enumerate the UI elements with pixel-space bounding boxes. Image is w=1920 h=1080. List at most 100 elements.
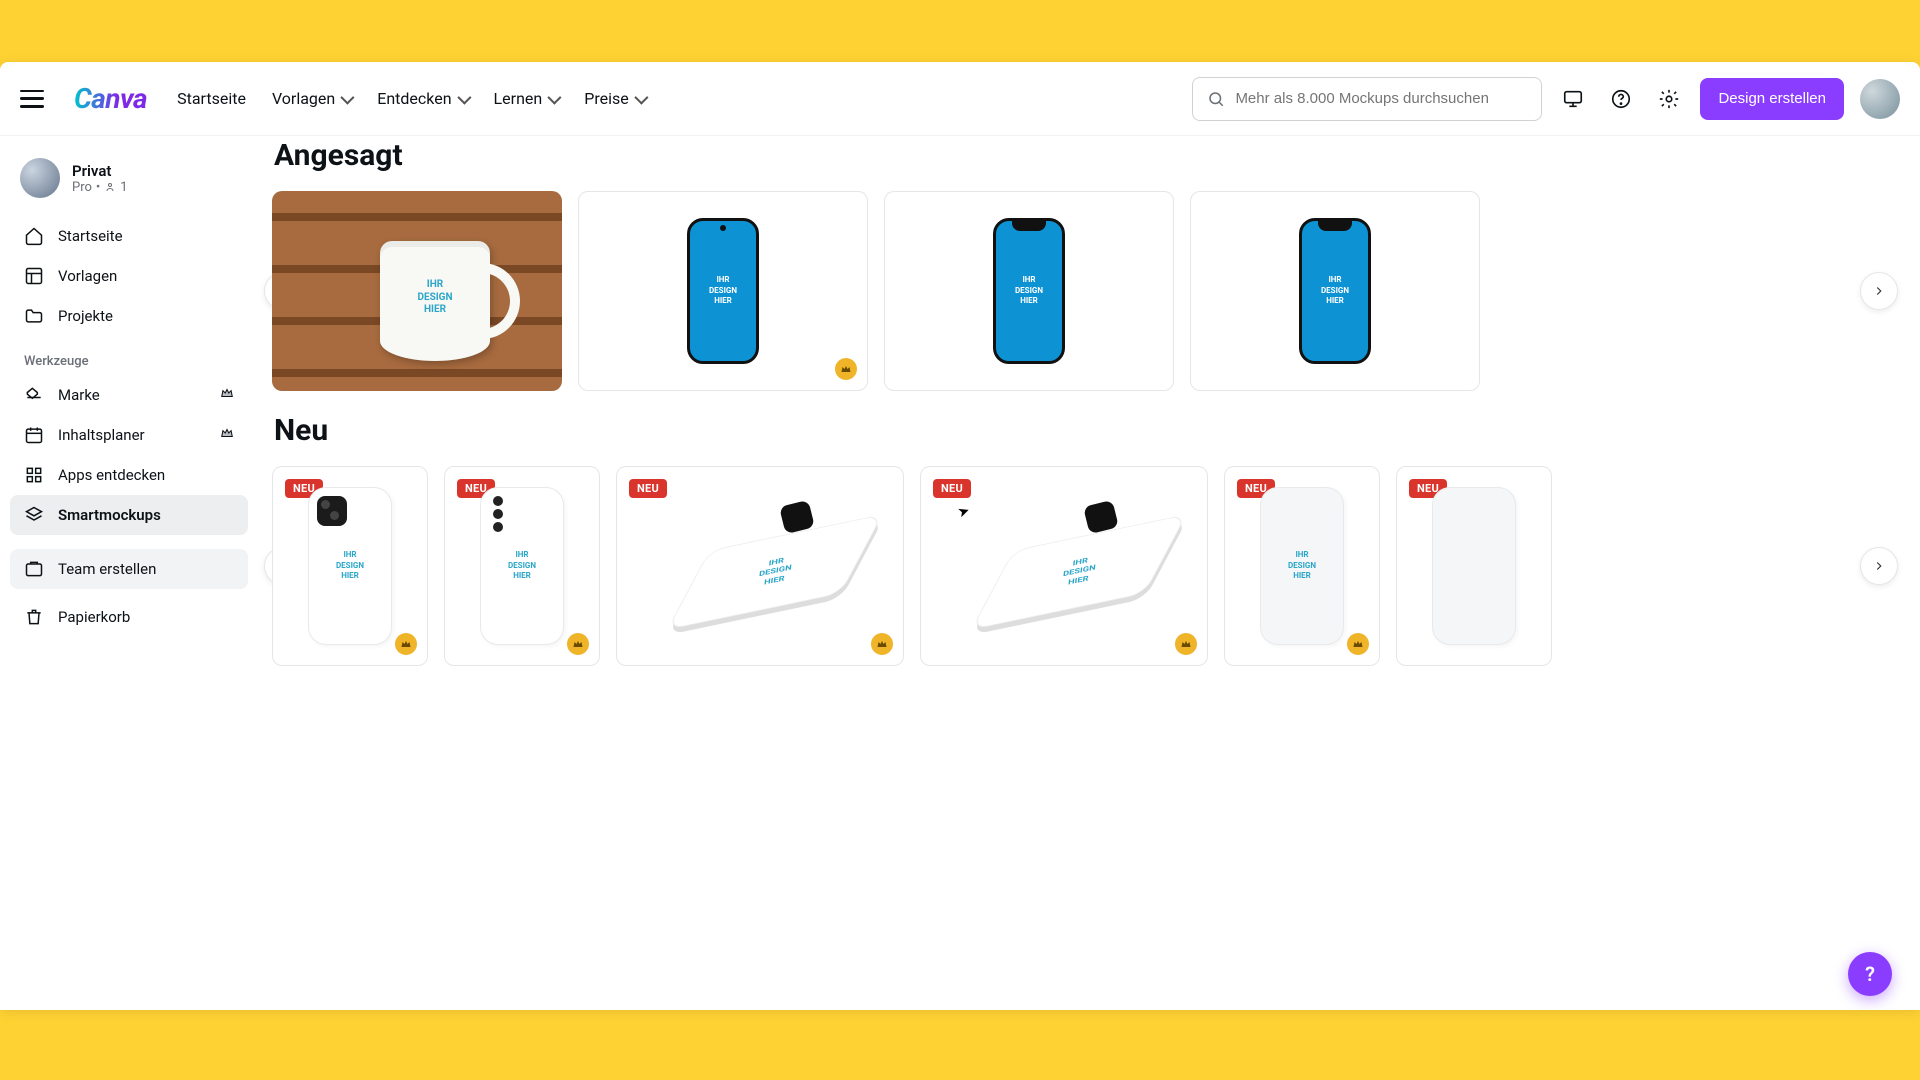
search-icon [1207, 90, 1225, 108]
topbar: Canva Startseite Vorlagen Entdecken Lern… [0, 62, 1920, 136]
sidebar-item-label: Vorlagen [58, 267, 117, 285]
new-badge: NEU [933, 479, 971, 498]
team-plan: Pro [72, 180, 92, 195]
nav-home[interactable]: Startseite [177, 89, 246, 108]
sidebar-item-planner[interactable]: Inhaltsplaner [10, 415, 248, 455]
crown-icon [835, 358, 857, 380]
new-row: NEU IHR DESIGN HIER NEU IHR DESIGN HIER [272, 466, 1920, 666]
crown-icon [395, 633, 417, 655]
help-fab[interactable]: ? [1848, 952, 1892, 996]
sidebar-item-label: Projekte [58, 307, 113, 325]
placeholder-text: IHR DESIGN HIER [398, 279, 472, 317]
home-icon [24, 226, 44, 246]
placeholder-text: IHR DESIGN HIER [336, 550, 364, 581]
logo[interactable]: Canva [74, 82, 147, 115]
mockup-card-case[interactable]: NEU IHR DESIGN HIER [1224, 466, 1380, 666]
crown-icon [871, 633, 893, 655]
placeholder-text: IHR DESIGN HIER [757, 555, 792, 589]
nav-templates[interactable]: Vorlagen [272, 89, 351, 108]
placeholder-text: IHR DESIGN HIER [1321, 275, 1349, 306]
new-badge: NEU [629, 479, 667, 498]
layers-icon [24, 505, 44, 525]
mockup-card-phone[interactable]: IHR DESIGN HIER [578, 191, 868, 391]
mockup-card-case-iso[interactable]: NEU IHR DESIGN HIER [920, 466, 1208, 666]
sidebar-item-label: Startseite [58, 227, 123, 245]
brand-icon [24, 385, 44, 405]
phone-mockup: IHR DESIGN HIER [1299, 218, 1371, 364]
sidebar-item-brand[interactable]: Marke [10, 375, 248, 415]
templates-icon [24, 266, 44, 286]
carousel-next-button[interactable] [1860, 547, 1898, 585]
trash-icon [24, 607, 44, 627]
chevron-down-icon [635, 89, 645, 108]
primary-nav: Startseite Vorlagen Entdecken Lernen Pre… [177, 89, 645, 108]
phone-case-iso-mockup: IHR DESIGN HIER [974, 491, 1154, 641]
mockup-card-phone[interactable]: IHR DESIGN HIER [884, 191, 1174, 391]
sidebar-item-label: Smartmockups [58, 506, 161, 524]
team-icon [24, 559, 44, 579]
crown-icon [220, 426, 234, 444]
mockup-card-case[interactable]: NEU [1396, 466, 1552, 666]
nav-explore[interactable]: Entdecken [377, 89, 467, 108]
crown-icon [1347, 633, 1369, 655]
crown-icon [220, 386, 234, 404]
sidebar-item-smartmockups[interactable]: Smartmockups [10, 495, 248, 535]
team-member-count: 1 [120, 180, 127, 195]
nav-explore-label: Entdecken [377, 89, 451, 108]
chevron-down-icon [548, 89, 558, 108]
sidebar-item-create-team[interactable]: Team erstellen [10, 549, 248, 589]
nav-pricing-label: Preise [584, 89, 628, 108]
phone-case-mockup: IHR DESIGN HIER [1260, 487, 1344, 645]
phone-mockup: IHR DESIGN HIER [993, 218, 1065, 364]
person-icon [104, 181, 116, 193]
heading-new: Neu [274, 413, 1920, 448]
camera-icon [317, 496, 347, 526]
create-design-button[interactable]: Design erstellen [1700, 78, 1844, 120]
nav-pricing[interactable]: Preise [584, 89, 644, 108]
team-avatar [20, 158, 60, 198]
mug-mockup: IHR DESIGN HIER [380, 241, 490, 361]
sidebar-item-label: Team erstellen [58, 560, 156, 578]
nav-learn[interactable]: Lernen [494, 89, 559, 108]
main-content: Angesagt IHR DESIGN HIER IHR DESIGN HIER… [258, 136, 1920, 1010]
sidebar-item-label: Inhaltsplaner [58, 426, 145, 444]
mockup-card-case[interactable]: NEU IHR DESIGN HIER [444, 466, 600, 666]
trending-row: IHR DESIGN HIER IHR DESIGN HIER IHR DESI… [272, 191, 1920, 391]
desktop-icon[interactable] [1556, 82, 1590, 116]
team-name: Privat [72, 162, 128, 180]
help-icon[interactable] [1604, 82, 1638, 116]
heading-trending: Angesagt [274, 138, 1920, 173]
sidebar-item-label: Marke [58, 386, 100, 404]
phone-case-mockup: IHR DESIGN HIER [480, 487, 564, 645]
sidebar-item-trash[interactable]: Papierkorb [10, 597, 248, 637]
avatar[interactable] [1860, 79, 1900, 119]
folder-icon [24, 306, 44, 326]
mockup-card-case-iso[interactable]: NEU IHR DESIGN HIER [616, 466, 904, 666]
phone-case-mockup: IHR DESIGN HIER [308, 487, 392, 645]
chevron-down-icon [341, 89, 351, 108]
mockup-card-phone[interactable]: IHR DESIGN HIER [1190, 191, 1480, 391]
crown-icon [1175, 633, 1197, 655]
mockup-card-case[interactable]: NEU IHR DESIGN HIER [272, 466, 428, 666]
team-switcher[interactable]: Privat Pro • 1 [10, 150, 248, 216]
placeholder-text: IHR DESIGN HIER [1061, 555, 1096, 589]
sidebar-item-label: Apps entdecken [58, 466, 165, 484]
gear-icon[interactable] [1652, 82, 1686, 116]
search-box[interactable] [1192, 77, 1542, 121]
sidebar-item-templates[interactable]: Vorlagen [10, 256, 248, 296]
mockup-card-mug[interactable]: IHR DESIGN HIER [272, 191, 562, 391]
sidebar-item-projects[interactable]: Projekte [10, 296, 248, 336]
sidebar: Privat Pro • 1 Startseite Vorlagen Pr [0, 136, 258, 1010]
sidebar-item-home[interactable]: Startseite [10, 216, 248, 256]
search-input[interactable] [1235, 90, 1527, 107]
crown-icon [567, 633, 589, 655]
placeholder-text: IHR DESIGN HIER [508, 550, 536, 581]
phone-mockup: IHR DESIGN HIER [687, 218, 759, 364]
carousel-next-button[interactable] [1860, 272, 1898, 310]
sidebar-item-apps[interactable]: Apps entdecken [10, 455, 248, 495]
team-sub: Pro • 1 [72, 180, 128, 195]
menu-icon[interactable] [20, 90, 44, 108]
nav-templates-label: Vorlagen [272, 89, 335, 108]
placeholder-text: IHR DESIGN HIER [1015, 275, 1043, 306]
chevron-down-icon [458, 89, 468, 108]
